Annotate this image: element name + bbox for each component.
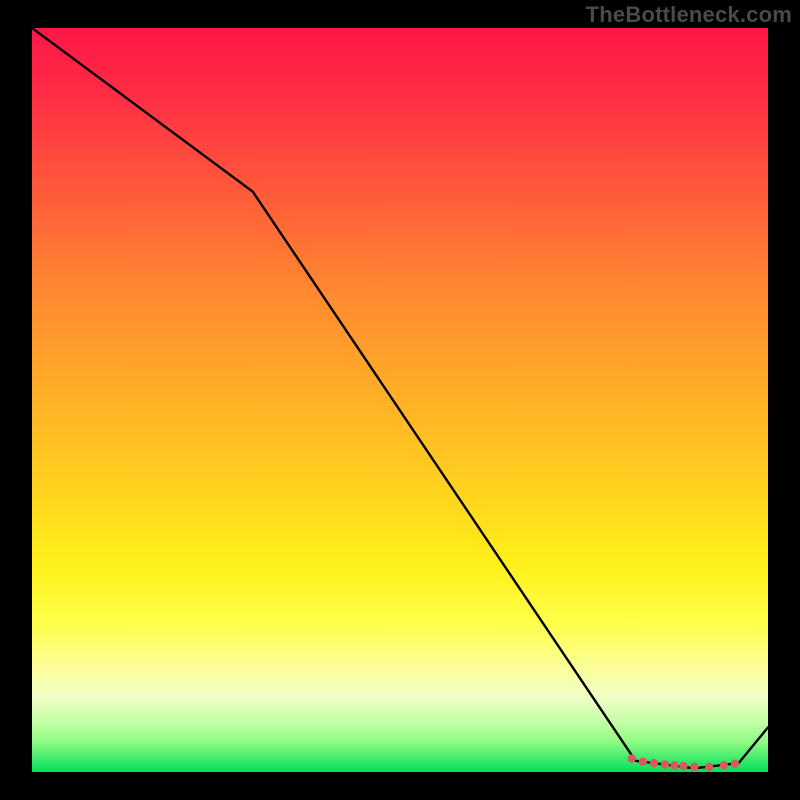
marker-point [650,759,658,767]
chart-svg [32,28,768,772]
marker-point [670,761,678,769]
chart-frame: TheBottleneck.com [0,0,800,800]
marker-point [661,760,669,768]
marker-point [705,763,713,771]
series-curve [32,28,768,768]
plot-area [32,28,768,772]
watermark-text: TheBottleneck.com [586,2,792,28]
marker-point [639,757,647,765]
marker-point [679,762,687,770]
marker-point [628,754,636,762]
marker-point [720,761,728,769]
marker-cluster [628,754,740,771]
marker-point [690,763,698,771]
marker-point [731,760,739,768]
